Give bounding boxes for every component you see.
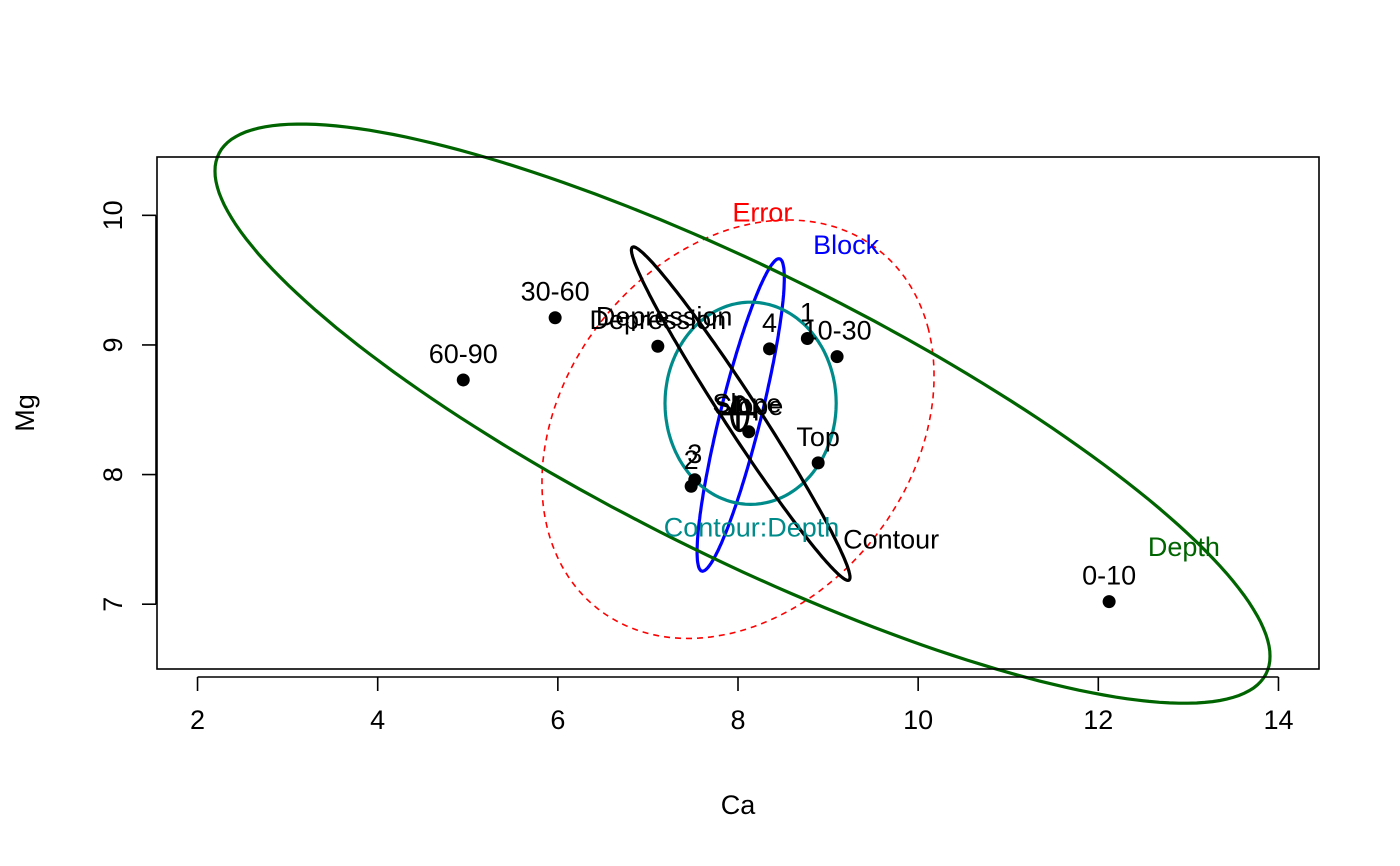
- data-point-depression: [651, 339, 665, 353]
- ellipse-label-contour-depth: Contour:Depth: [664, 513, 840, 543]
- x-axis: 2 4 6 8 10 12 14: [190, 676, 1293, 735]
- label-layer: Error Block Depression Slope Contour:Depth Co…: [596, 198, 1220, 562]
- ellipse-label-contour: Contour: [843, 524, 939, 554]
- ellipse-label-depth: Depth: [1148, 532, 1220, 562]
- x-tick-label-10: 10: [903, 705, 933, 735]
- data-point-slope: [742, 425, 756, 439]
- x-tick-label-12: 12: [1083, 705, 1113, 735]
- y-tick-label-7: 7: [98, 597, 128, 612]
- point-label-4: 4: [762, 308, 777, 338]
- data-point-top: [811, 456, 825, 470]
- data-point-2: [684, 479, 698, 493]
- ellipse-label-slope: Slope: [712, 388, 781, 418]
- x-axis-title: Ca: [721, 790, 756, 820]
- point-label-0-10: 0-10: [1082, 561, 1136, 591]
- x-tick-label-2: 2: [190, 705, 205, 735]
- point-label-2: 2: [684, 445, 699, 475]
- x-tick-label-4: 4: [370, 705, 385, 735]
- ellipse-label-depression: Depression: [596, 301, 733, 331]
- x-tick-label-6: 6: [550, 705, 565, 735]
- ellipse-label-block: Block: [813, 230, 880, 260]
- y-tick-label-9: 9: [98, 337, 128, 352]
- data-point-60-90: [456, 373, 470, 387]
- data-point-10-30: [830, 350, 844, 364]
- point-label-top: Top: [796, 422, 840, 452]
- data-point-30-60: [548, 311, 562, 325]
- point-layer: 60-9030-60Depression 4 110-30SlopeTop320-1…: [429, 277, 1136, 609]
- data-point-0-10: [1102, 595, 1116, 609]
- chart: 60-9030-60Depression 4 110-30SlopeTop320-1…: [10, 122, 1320, 820]
- point-label-60-90: 60-90: [429, 339, 498, 369]
- y-axis-title: Mg: [10, 394, 40, 432]
- point-label-10-30: 10-30: [803, 316, 872, 346]
- x-tick-label-8: 8: [730, 705, 745, 735]
- y-tick-label-8: 8: [98, 467, 128, 482]
- point-label-30-60: 30-60: [521, 277, 590, 307]
- y-axis: 7 8 9 10: [98, 200, 157, 612]
- y-tick-label-10: 10: [98, 200, 128, 230]
- x-tick-label-14: 14: [1263, 705, 1293, 735]
- ellipse-label-error: Error: [732, 198, 792, 228]
- data-point-4: [763, 342, 777, 356]
